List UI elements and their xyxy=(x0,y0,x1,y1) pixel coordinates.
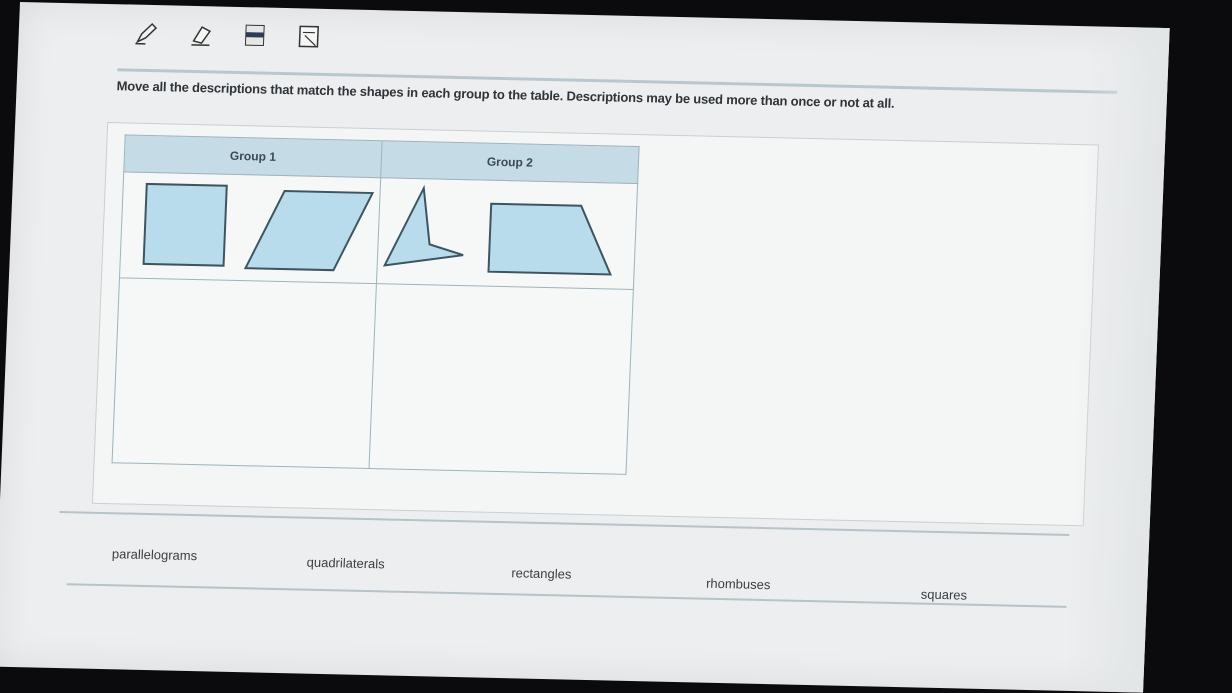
group-2-shapes-svg xyxy=(378,179,636,283)
pencil-icon[interactable] xyxy=(133,20,160,47)
trapezoid-shape xyxy=(488,204,613,275)
instruction-text: Move all the descriptions that match the… xyxy=(116,78,1076,115)
line-reader-icon[interactable] xyxy=(241,22,268,49)
description-rhombuses[interactable]: rhombuses xyxy=(702,574,775,595)
square-shape xyxy=(144,184,227,266)
description-parallelograms[interactable]: parallelograms xyxy=(108,544,202,565)
group-1-header: Group 1 xyxy=(124,135,382,178)
groups-table: Group 1 Group 2 xyxy=(112,134,640,474)
group-2-header: Group 2 xyxy=(381,141,639,184)
group-1-drop-zone[interactable] xyxy=(112,278,376,469)
reference-sheet-icon[interactable] xyxy=(295,23,322,50)
group-1-shapes-svg xyxy=(121,173,379,277)
description-quadrilaterals[interactable]: quadrilaterals xyxy=(302,553,389,574)
group-1-shapes xyxy=(119,172,380,284)
screen-edge-shade xyxy=(1063,26,1170,692)
screen: Move all the descriptions that match the… xyxy=(0,2,1170,693)
description-rectangles[interactable]: rectangles xyxy=(507,563,576,584)
toolbar xyxy=(133,15,354,56)
eraser-icon[interactable] xyxy=(187,21,214,48)
concave-quadrilateral-shape xyxy=(385,187,466,267)
group-2-drop-zone[interactable] xyxy=(369,284,633,475)
group-2-shapes xyxy=(376,178,637,290)
parallelogram-shape xyxy=(245,190,372,271)
